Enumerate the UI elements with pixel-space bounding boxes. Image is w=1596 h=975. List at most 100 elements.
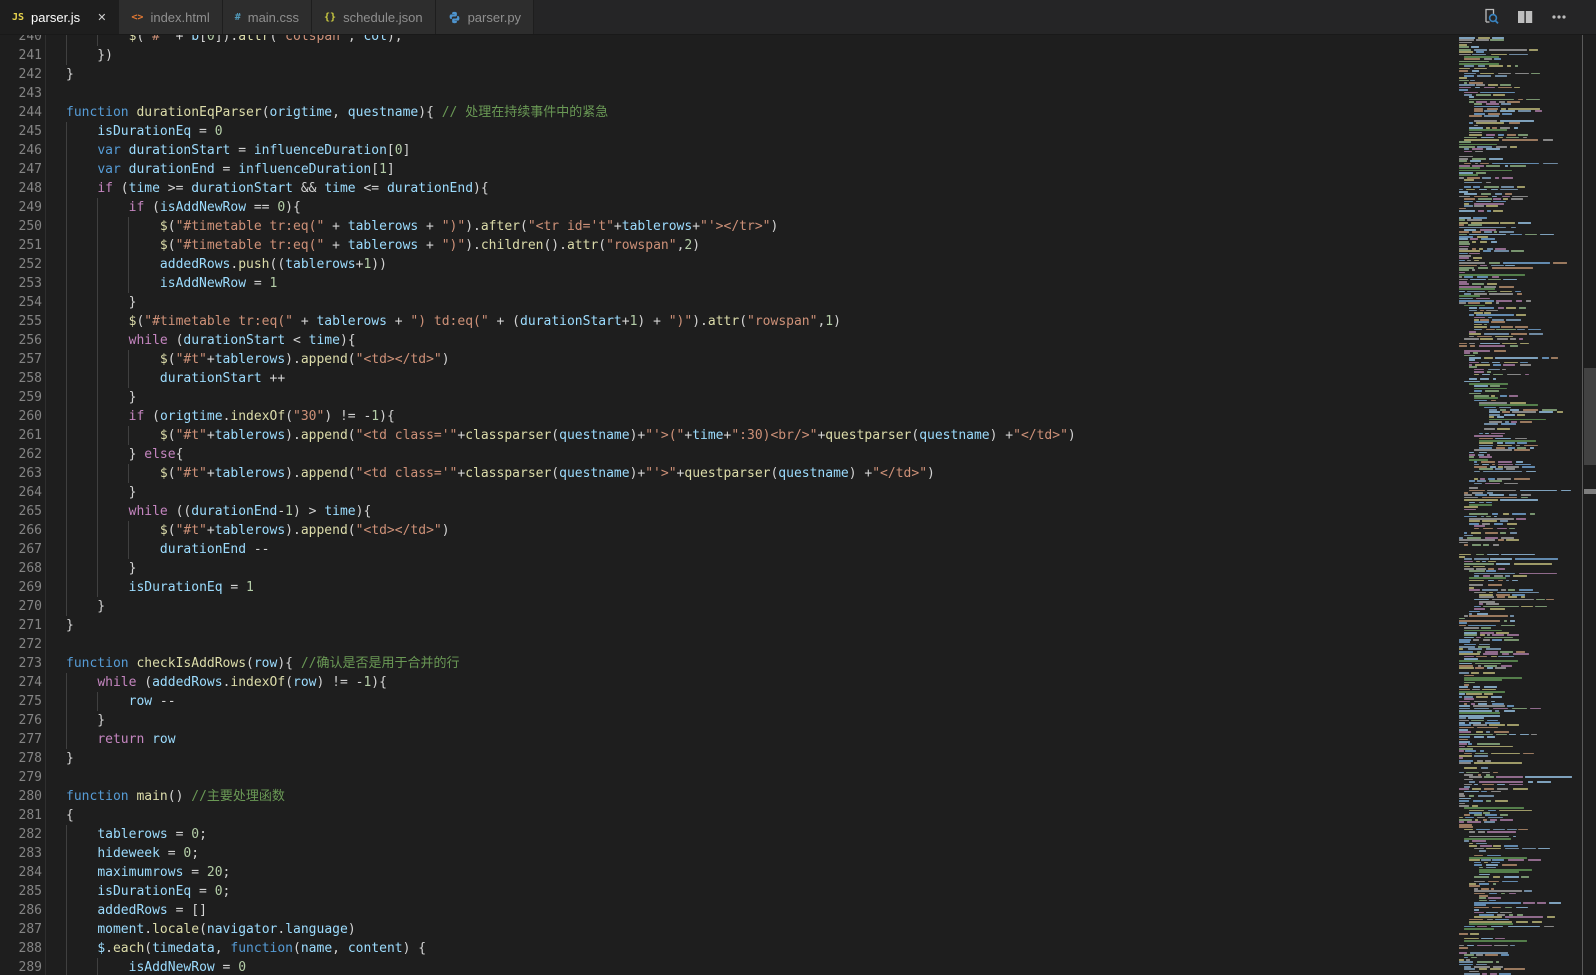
minimap-line	[1474, 893, 1485, 895]
minimap-line	[1464, 928, 1494, 930]
line-text: $("#timetable tr:eq(" + tablerows + ") t…	[66, 312, 841, 331]
minimap-line	[1496, 961, 1499, 963]
minimap-line	[1484, 428, 1495, 430]
minimap-line	[1459, 724, 1471, 726]
minimap-line	[1474, 736, 1483, 738]
minimap-line	[1484, 821, 1495, 823]
minimap-line	[1495, 468, 1503, 470]
minimap-line	[1486, 731, 1491, 733]
minimap-line	[1504, 845, 1518, 847]
minimap-line	[1459, 667, 1474, 669]
minimap-line	[1480, 845, 1492, 847]
minimap-line	[1471, 532, 1481, 534]
minimap-line	[1484, 87, 1495, 89]
minimap-line	[1469, 134, 1482, 136]
minimap-line	[1520, 364, 1531, 366]
minimap-line	[1494, 350, 1507, 352]
minimap-line	[1488, 584, 1503, 586]
minimap-line	[1474, 385, 1488, 387]
minimap-line	[1464, 814, 1470, 816]
line-text: durationEnd --	[66, 540, 270, 559]
tab-index.html[interactable]: <>index.html	[119, 0, 222, 34]
js-icon: JS	[12, 12, 24, 23]
code-area[interactable]: 240 $("#" + b[0]).attr("colspan", col);2…	[0, 35, 1456, 975]
tab-parser.py[interactable]: parser.py	[436, 0, 534, 34]
minimap-line	[1522, 466, 1535, 468]
minimap-line	[1464, 630, 1502, 632]
minimap-line	[1497, 596, 1505, 598]
minimap-line	[1531, 734, 1537, 736]
minimap-line	[1501, 423, 1517, 425]
minimap-line	[1535, 606, 1547, 608]
minimap-line	[1464, 205, 1473, 207]
minimap-line	[1509, 494, 1518, 496]
minimap-line	[1507, 724, 1518, 726]
minimap-line	[1514, 478, 1530, 480]
line-number: 240	[0, 35, 42, 46]
scrollbar-slider[interactable]	[1584, 368, 1596, 465]
tab-main.css[interactable]: #main.css	[223, 0, 312, 34]
minimap-line	[1506, 468, 1515, 470]
minimap-line	[1561, 490, 1571, 492]
minimap-line	[1485, 390, 1499, 392]
minimap-line	[1499, 286, 1514, 288]
minimap-line	[1484, 110, 1497, 112]
code-line: 240 $("#" + b[0]).attr("colspan", col);	[0, 35, 1450, 46]
minimap-line	[1525, 776, 1572, 778]
minimap-line	[1489, 416, 1494, 418]
minimap-line	[1508, 596, 1517, 598]
code-line: 252 addedRows.push((tablerows+1))	[0, 255, 1450, 274]
minimap-line	[1520, 490, 1557, 492]
minimap-line	[1487, 283, 1497, 285]
minimap-line	[1516, 461, 1524, 463]
minimap-line	[1489, 49, 1527, 51]
line-number: 281	[0, 806, 42, 825]
minimap-line	[1459, 210, 1475, 212]
line-text: var durationEnd = influenceDuration[1]	[66, 160, 395, 179]
code-line: 258 durationStart ++	[0, 369, 1450, 388]
code-line: 278}	[0, 749, 1450, 768]
minimap-line	[1501, 589, 1506, 591]
line-text: isAddNewRow = 1	[66, 274, 277, 293]
minimap-line	[1459, 821, 1464, 823]
line-number: 278	[0, 749, 42, 768]
scrollbar[interactable]	[1582, 35, 1596, 975]
minimap-line	[1474, 110, 1483, 112]
minimap-line	[1480, 378, 1489, 380]
minimap-line	[1480, 241, 1488, 243]
minimap-line	[1489, 494, 1504, 496]
minimap-line	[1464, 151, 1472, 153]
minimap-line	[1459, 77, 1467, 79]
minimap-line	[1479, 404, 1538, 406]
minimap-line	[1481, 193, 1491, 195]
tab-parser.js[interactable]: JSparser.js✕	[0, 0, 119, 34]
close-icon[interactable]: ✕	[97, 11, 106, 24]
minimap-line	[1464, 276, 1473, 278]
minimap-line	[1482, 520, 1497, 522]
line-text: if (isAddNewRow == 0){	[66, 198, 301, 217]
minimap-line	[1504, 483, 1518, 485]
line-number: 243	[0, 84, 42, 103]
editor[interactable]: 240 $("#" + b[0]).attr("colspan", col);2…	[0, 35, 1596, 975]
overview-marker	[1584, 489, 1596, 494]
tab-schedule.json[interactable]: {}schedule.json	[312, 0, 436, 34]
minimap-line	[1474, 205, 1484, 207]
minimap-line	[1499, 810, 1532, 812]
minimap-line	[1474, 762, 1522, 764]
minimap-line	[1459, 269, 1469, 271]
split-editor-icon[interactable]	[1514, 6, 1536, 28]
minimap-line	[1516, 907, 1528, 909]
minimap-line	[1529, 49, 1537, 51]
minimap[interactable]	[1455, 35, 1582, 975]
line-number: 273	[0, 654, 42, 673]
code-line: 266 $("#t"+tablerows).append("<td></td>"…	[0, 521, 1450, 540]
minimap-line	[1503, 513, 1509, 515]
open-preview-icon[interactable]	[1480, 6, 1502, 28]
minimap-line	[1459, 283, 1469, 285]
minimap-line	[1504, 876, 1520, 878]
minimap-line	[1476, 122, 1505, 124]
minimap-line	[1510, 146, 1517, 148]
more-actions-icon[interactable]	[1548, 6, 1570, 28]
minimap-line	[1517, 186, 1525, 188]
code-line: 244function durationEqParser(origtime, q…	[0, 103, 1450, 122]
